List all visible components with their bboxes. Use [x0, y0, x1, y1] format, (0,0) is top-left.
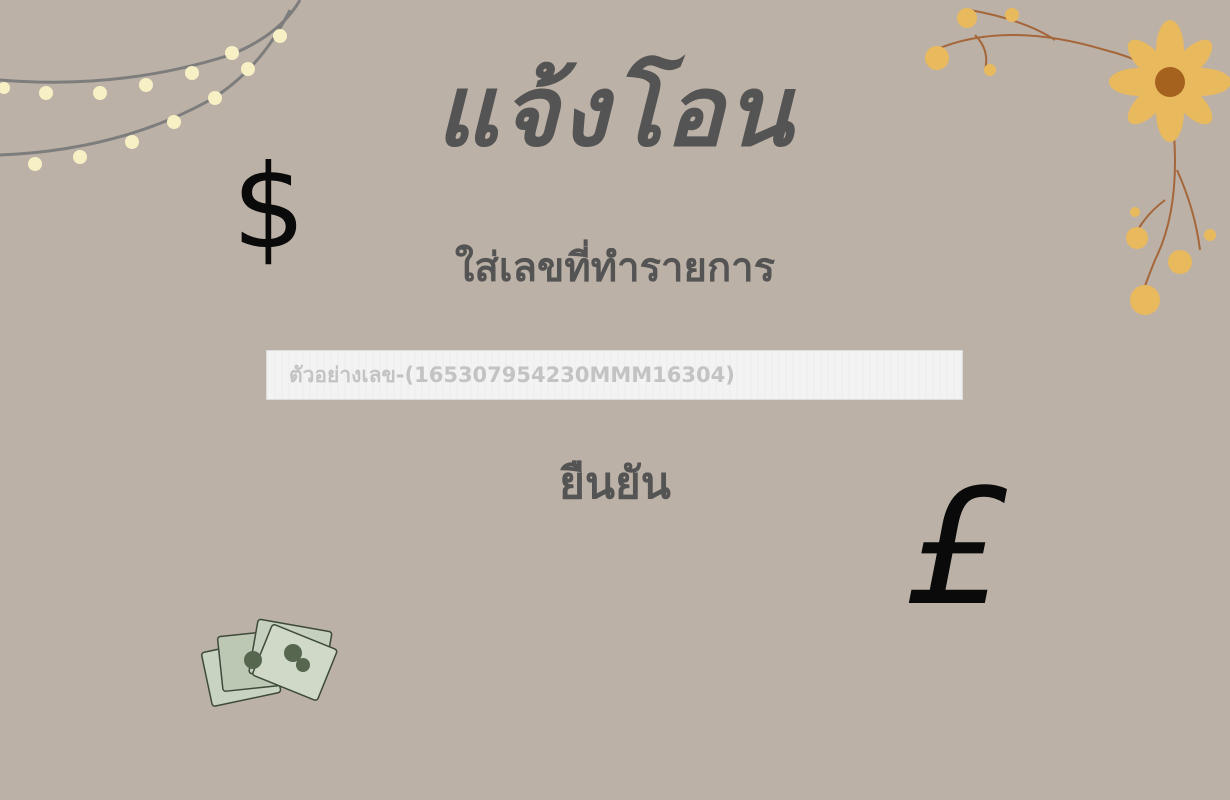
confirm-button[interactable]: ยืนยัน — [515, 452, 715, 516]
pound-icon: £ — [905, 454, 1007, 641]
cash-stack-icon — [200, 618, 338, 707]
transaction-number-field[interactable] — [266, 350, 963, 400]
input-instruction-label: ใส่เลขที่ทำรายการ — [454, 245, 776, 291]
transaction-number-input[interactable] — [267, 351, 962, 399]
page-title: แจ้งโอน — [435, 55, 795, 169]
